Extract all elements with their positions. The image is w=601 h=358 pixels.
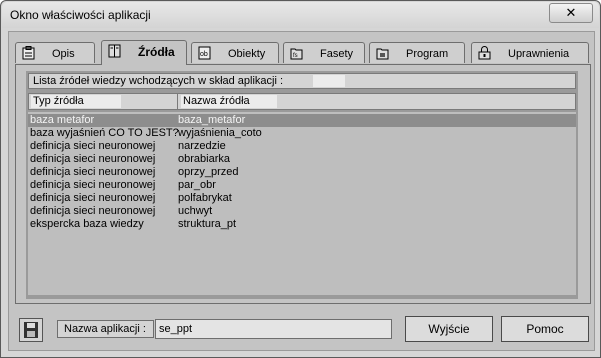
source-type: baza wyjaśnień CO TO JEST? bbox=[30, 127, 179, 139]
clipboard-icon bbox=[22, 46, 35, 60]
list-item[interactable]: definicja sieci neuronowej par_obr bbox=[28, 179, 576, 192]
tab-label: Opis bbox=[52, 48, 75, 60]
source-name: polfabrykat bbox=[178, 192, 232, 204]
svg-text:ob: ob bbox=[200, 51, 208, 58]
list-item[interactable]: baza wyjaśnień CO TO JEST? wyjaśnienia_co… bbox=[28, 127, 576, 140]
object-box-icon: ob bbox=[198, 46, 211, 60]
close-button[interactable]: ✕ bbox=[549, 3, 593, 23]
source-name: obrabiarka bbox=[178, 153, 230, 165]
source-type: definicja sieci neuronowej bbox=[30, 179, 156, 191]
svg-text:fs: fs bbox=[293, 53, 298, 59]
tab-uprawnienia[interactable]: Uprawnienia bbox=[471, 42, 589, 63]
floppy-disk-icon bbox=[24, 322, 38, 338]
source-name: narzedzie bbox=[178, 140, 226, 152]
source-name: par_obr bbox=[178, 179, 216, 191]
sources-list-container: Lista źródeł wiedzy wchodzących w skład … bbox=[26, 71, 578, 299]
app-name-label: Nazwa aplikacji : bbox=[64, 323, 146, 335]
sources-tab-panel: Lista źródeł wiedzy wchodzących w skład … bbox=[15, 64, 591, 304]
book-icon bbox=[108, 44, 121, 58]
program-folder-icon bbox=[376, 48, 389, 60]
list-item[interactable]: definicja sieci neuronowej uchwyt bbox=[28, 205, 576, 218]
tab-label: Fasety bbox=[320, 48, 354, 60]
column-header-label: Typ źródła bbox=[33, 95, 84, 107]
sources-caption-bar: Lista źródeł wiedzy wchodzących w skład … bbox=[28, 73, 576, 89]
column-header-bar: Typ źródła Nazwa źródła bbox=[28, 93, 576, 110]
source-name: wyjaśnienia_coto bbox=[178, 127, 262, 139]
source-type: baza metafor bbox=[30, 114, 95, 126]
column-header-name[interactable]: Nazwa źródła bbox=[181, 95, 277, 108]
tab-fasety[interactable]: fs Fasety bbox=[283, 42, 365, 63]
source-type: definicja sieci neuronowej bbox=[30, 153, 156, 165]
tab-opis[interactable]: Opis bbox=[15, 42, 95, 63]
caption-filler bbox=[313, 75, 345, 87]
tab-zrodla[interactable]: Źródła bbox=[101, 40, 187, 65]
list-item[interactable]: definicja sieci neuronowej oprzy_przed bbox=[28, 166, 576, 179]
source-type: definicja sieci neuronowej bbox=[30, 205, 156, 217]
column-header-label: Nazwa źródła bbox=[183, 95, 250, 107]
list-item[interactable]: definicja sieci neuronowej obrabiarka bbox=[28, 153, 576, 166]
tab-label: Uprawnienia bbox=[508, 48, 570, 60]
window-client: Opis Źródła ob Obiekty fs Fasety Program… bbox=[8, 31, 595, 351]
list-item[interactable]: definicja sieci neuronowej narzedzie bbox=[28, 140, 576, 153]
source-name: uchwyt bbox=[178, 205, 213, 217]
sources-caption: Lista źródeł wiedzy wchodzących w skład … bbox=[33, 75, 284, 87]
tab-strip: Opis Źródła ob Obiekty fs Fasety Program… bbox=[15, 40, 590, 65]
faceted-folder-icon: fs bbox=[290, 48, 303, 60]
tab-program[interactable]: Program bbox=[369, 42, 465, 63]
save-button[interactable] bbox=[19, 318, 43, 342]
source-name: struktura_pt bbox=[178, 218, 237, 230]
source-type: ekspercka baza wiedzy bbox=[30, 218, 144, 230]
source-type: definicja sieci neuronowej bbox=[30, 140, 156, 152]
exit-button[interactable]: Wyjście bbox=[405, 316, 493, 342]
properties-window: Okno właściwości aplikacji ✕ Opis Źródła… bbox=[0, 0, 601, 358]
column-header-type[interactable]: Typ źródła bbox=[31, 95, 121, 108]
source-name: oprzy_przed bbox=[178, 166, 239, 178]
list-item[interactable]: baza metafor baza_metafor bbox=[28, 114, 576, 127]
tab-label: Obiekty bbox=[228, 48, 266, 60]
window-title: Okno właściwości aplikacji bbox=[10, 8, 151, 22]
app-name-label-box: Nazwa aplikacji : bbox=[57, 320, 154, 338]
list-item[interactable]: ekspercka baza wiedzy struktura_pt bbox=[28, 218, 576, 231]
tab-label: Program bbox=[406, 48, 449, 60]
source-type: definicja sieci neuronowej bbox=[30, 166, 156, 178]
help-button[interactable]: Pomoc bbox=[501, 316, 589, 342]
source-name: baza_metafor bbox=[178, 114, 246, 126]
source-type: definicja sieci neuronowej bbox=[30, 192, 156, 204]
app-name-field[interactable] bbox=[155, 319, 392, 339]
list-item[interactable]: definicja sieci neuronowej polfabrykat bbox=[28, 192, 576, 205]
sources-list[interactable]: baza metafor baza_metafor baza wyjaśnień … bbox=[28, 112, 576, 295]
tab-label: Źródła bbox=[138, 45, 175, 59]
lock-icon bbox=[478, 46, 491, 60]
title-bar[interactable]: Okno właściwości aplikacji ✕ bbox=[2, 2, 599, 28]
footer-bar: Nazwa aplikacji : Wyjście Pomoc bbox=[15, 310, 589, 346]
column-divider[interactable] bbox=[177, 94, 178, 109]
tab-obiekty[interactable]: ob Obiekty bbox=[191, 42, 279, 63]
